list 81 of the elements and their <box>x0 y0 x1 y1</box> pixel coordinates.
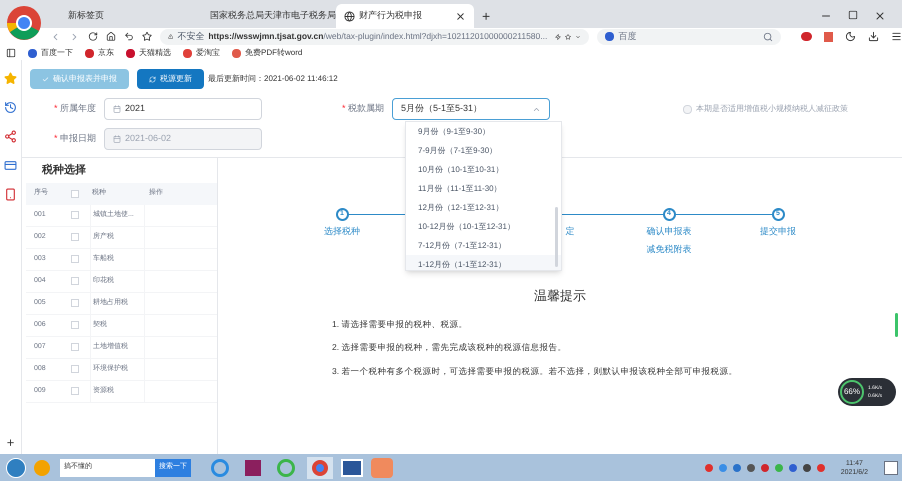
tip-text: 3. 若一个税种有多个税源时，可选择需要申报的税源。若不选择，则默认申报该税种全部可申报税源。 <box>332 365 738 378</box>
step-label: 选择税种 <box>324 225 360 238</box>
security-label: 不安全 <box>177 30 204 43</box>
browser-tab[interactable]: 财产行为税申报 <box>336 4 474 28</box>
policy-label: 本期是否适用增值税小规模纳税人减征政策 <box>696 103 848 115</box>
undo-icon[interactable] <box>124 31 134 42</box>
dropdown-option[interactable]: 9月份（9-1至9-30） <box>406 122 561 141</box>
reload-icon[interactable] <box>88 31 98 42</box>
start-button[interactable] <box>6 458 26 478</box>
refresh-icon <box>149 76 156 82</box>
dropdown-option[interactable]: 7-12月份（7-1至12-31） <box>406 236 561 255</box>
bookmark-link[interactable]: 百度一下 <box>28 47 73 59</box>
period-select[interactable]: 5月份（5-1至5-31） <box>392 98 550 120</box>
checkbox[interactable] <box>71 233 79 241</box>
panel-title: 税种选择 <box>40 162 87 178</box>
scroll-indicator <box>895 313 898 337</box>
tip-text: 1. 请选择需要申报的税种、税源。 <box>332 318 468 330</box>
bookmark-link[interactable]: 爱淘宝 <box>183 47 220 59</box>
step-label: 减免税附表 <box>646 242 692 256</box>
dropdown-option[interactable]: 10-12月份（10-1至12-31） <box>406 217 561 236</box>
menu-icon[interactable] <box>890 31 902 42</box>
bookmark-star-icon[interactable] <box>142 31 152 42</box>
star-icon[interactable] <box>565 32 572 42</box>
close-icon[interactable] <box>874 10 886 22</box>
bookmark-link[interactable]: 京东 <box>85 47 114 59</box>
globe-icon <box>344 10 355 22</box>
step-label: 提交申报 <box>760 225 796 238</box>
field-label: * 税款属期 <box>340 102 385 116</box>
close-icon[interactable] <box>455 10 466 22</box>
checkbox[interactable] <box>71 255 79 263</box>
calendar-icon <box>113 135 121 143</box>
checkbox[interactable] <box>71 387 79 395</box>
new-tab-button[interactable]: + <box>474 4 498 28</box>
tips-title: 温馨提示 <box>534 287 586 305</box>
last-update-text: 最后更新时间：2021-06-02 11:46:12 <box>208 73 338 85</box>
warning-icon <box>168 32 174 41</box>
home-icon[interactable] <box>106 31 116 42</box>
tip-text: 2. 选择需要申报的税种，需先完成该税种的税源信息报告。 <box>332 341 568 354</box>
checkbox[interactable] <box>71 277 79 285</box>
checkbox[interactable] <box>71 321 79 329</box>
browser-tab[interactable]: 国家税务总局天津市电子税务局 <box>198 4 336 28</box>
maximize-icon[interactable] <box>848 10 858 20</box>
checkbox[interactable] <box>71 190 79 198</box>
bookmark-link[interactable]: 免费PDF转word <box>232 47 302 59</box>
lightning-icon[interactable] <box>555 32 562 42</box>
history-icon[interactable] <box>4 101 17 114</box>
field-label: * 所属年度 <box>52 102 97 116</box>
field-label: * 申报日期 <box>52 132 97 146</box>
check-icon <box>42 76 49 82</box>
checkbox[interactable] <box>71 211 79 219</box>
refresh-button[interactable]: 税源更新 <box>137 69 204 89</box>
phone-icon[interactable] <box>4 188 17 201</box>
checkbox[interactable] <box>71 365 79 373</box>
tab-title: 国家税务总局天津市电子税务局 <box>210 9 336 22</box>
dropdown-option[interactable]: 7-9月份（7-1至9-30） <box>406 141 561 160</box>
dropdown-option[interactable]: 12月份（12-1至12-31） <box>406 198 561 217</box>
tab-title: 新标签页 <box>68 9 105 22</box>
url-text: https://wsswjmn.tjsat.gov.cn/web/tax-plugin/index.html?djxh=10211201000000211580... <box>208 30 548 43</box>
add-button[interactable]: + <box>6 432 14 452</box>
date-field[interactable]: 2021 <box>104 98 262 120</box>
tab-title: 财产行为税申报 <box>359 9 423 22</box>
checkbox[interactable] <box>71 299 79 307</box>
dropdown-option[interactable]: 10月份（10-1至10-31） <box>406 160 561 179</box>
download-icon[interactable] <box>868 31 879 42</box>
bookmark-link[interactable]: 天猫精选 <box>126 47 171 59</box>
address-field[interactable]: 不安全 https://wsswjmn.tjsat.gov.cn/web/tax-plugin/index.html?djxh=10211201000000211580... <box>160 28 590 44</box>
checkbox[interactable] <box>71 343 79 351</box>
dropdown-option[interactable]: 1-12月份（1-1至12-31） <box>406 255 561 270</box>
calendar-icon <box>113 105 121 113</box>
step-label: 定 <box>566 225 576 238</box>
notification-icon[interactable] <box>884 460 898 474</box>
step-label: 确认申报表 <box>646 225 692 238</box>
browser-tab[interactable]: 新标签页 <box>60 4 198 28</box>
card-icon[interactable] <box>4 159 17 172</box>
scrollbar-thumb[interactable] <box>555 207 558 267</box>
dropdown-option[interactable]: 11月份（11-1至11-30） <box>406 179 561 198</box>
sidebar-toggle-icon[interactable] <box>6 48 16 58</box>
cpu-gauge: 66% <box>840 380 864 404</box>
search-field[interactable]: 百度 <box>597 28 781 44</box>
search-icon[interactable] <box>762 32 773 42</box>
moon-icon[interactable] <box>844 31 856 42</box>
